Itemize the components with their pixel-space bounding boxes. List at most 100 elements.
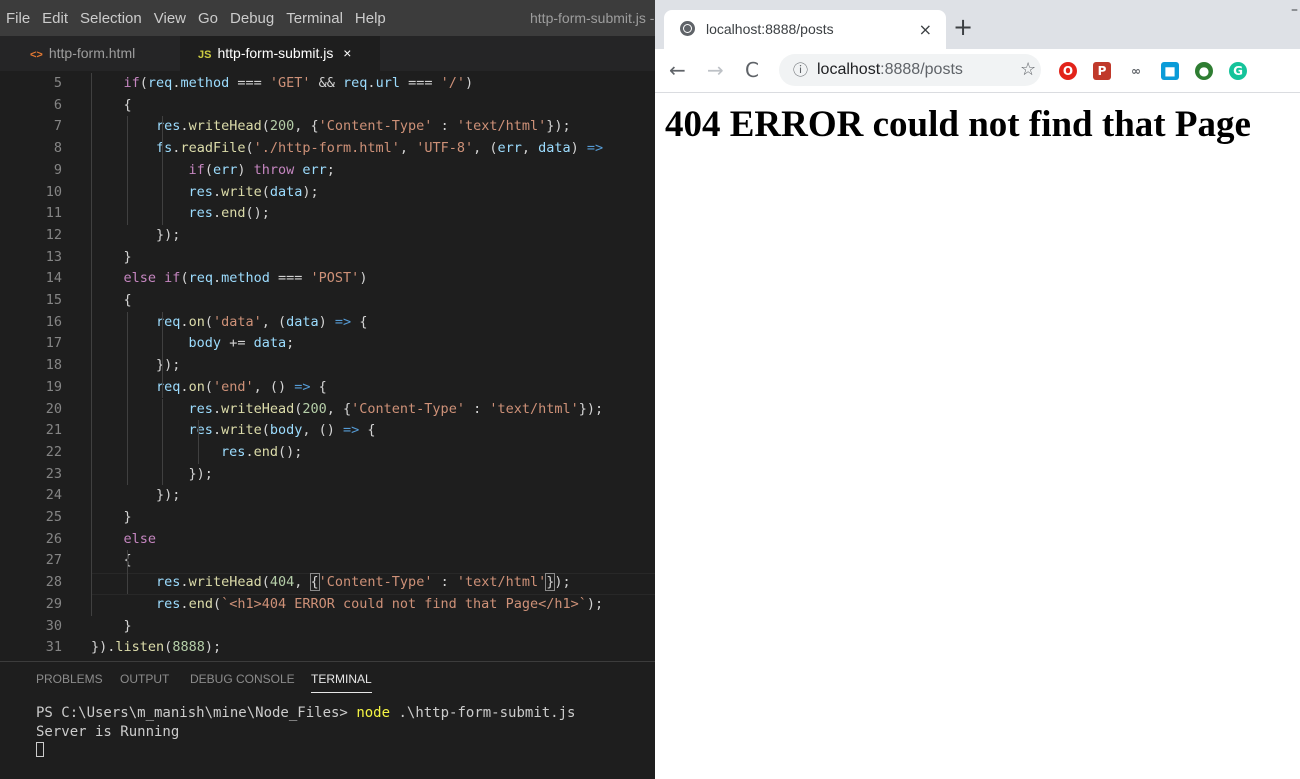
terminal-command: node (356, 705, 391, 721)
url-text: localhost:8888/posts (817, 54, 963, 86)
error-heading: 404 ERROR could not find that Page (665, 104, 1251, 145)
panel-tab-output[interactable]: OUTPUT (120, 672, 169, 686)
close-icon[interactable]: × (343, 45, 351, 61)
windows-icon[interactable]: ■ (1161, 62, 1179, 80)
line-number: 29 (45, 595, 62, 612)
tab-label: http-form.html (48, 45, 136, 61)
html-file-icon: <> (30, 49, 43, 61)
menu-go[interactable]: Go (192, 10, 224, 27)
code-line: }).listen(8888); (91, 639, 222, 656)
panel-tab-terminal[interactable]: TERMINAL (311, 672, 372, 693)
terminal-prompt: PS C:\Users\m_manish\mine\Node_Files> (36, 705, 348, 721)
line-number: 9 (53, 161, 62, 178)
url-path: :8888/posts (880, 61, 963, 78)
code-line: { (91, 96, 132, 113)
code-line: }); (91, 357, 181, 374)
line-number: 27 (45, 552, 62, 569)
indent-guide (127, 311, 128, 486)
line-number: 28 (45, 574, 62, 591)
code-line: } (91, 248, 132, 265)
reload-button[interactable]: C (745, 55, 759, 85)
opera-icon[interactable]: O (1059, 62, 1077, 80)
info-icon[interactable]: ⓘ (793, 54, 808, 86)
code-line: res.writeHead(200, {'Content-Type' : 'te… (188, 400, 604, 417)
menu-view[interactable]: View (148, 10, 192, 27)
line-number: 25 (45, 509, 62, 525)
terminal-command-line[interactable]: PS C:\Users\m_manish\mine\Node_Files> no… (36, 704, 575, 723)
url-host: localhost (817, 61, 881, 78)
line-number: 30 (45, 617, 62, 634)
vscode-window: File Edit Selection View Go Debug Termin… (0, 0, 655, 779)
back-button[interactable]: ← (669, 55, 686, 85)
tab-label: http-form-submit.js (217, 45, 334, 61)
globe-ext-icon[interactable]: ● (1195, 62, 1213, 80)
line-number: 12 (45, 226, 62, 243)
grammarly-icon[interactable]: G (1229, 62, 1247, 80)
panel-tab-debug-console[interactable]: DEBUG CONSOLE (190, 672, 295, 686)
indent-guide (162, 311, 163, 399)
browser-tab[interactable]: localhost:8888/posts × (664, 10, 946, 49)
menu-file[interactable]: File (0, 10, 36, 27)
editor-tab-bar: <> http-form.html JS http-form-submit.js × (0, 36, 655, 71)
indent-guide (162, 398, 163, 486)
js-file-icon: JS (198, 49, 212, 61)
line-number: 10 (45, 183, 62, 200)
minimize-icon[interactable]: – (1291, 2, 1298, 18)
line-number: 15 (45, 292, 62, 308)
line-number: 7 (53, 118, 62, 135)
tab-http-form-html[interactable]: <> http-form.html (0, 36, 180, 71)
menu-edit[interactable]: Edit (36, 10, 74, 27)
panel-tab-problems[interactable]: PROBLEMS (36, 672, 103, 686)
indent-guide (162, 116, 163, 225)
indent-guide (91, 73, 92, 616)
code-line: } (91, 617, 132, 634)
menu-debug[interactable]: Debug (224, 10, 280, 27)
code-line: res.end(); (221, 443, 303, 460)
forward-button[interactable]: → (707, 55, 724, 85)
pdf-icon[interactable]: P (1093, 62, 1111, 80)
bookmark-star-icon[interactable]: ☆ (1020, 49, 1036, 91)
terminal-output: Server is Running (36, 724, 180, 740)
line-number: 31 (45, 639, 62, 656)
code-line: else (123, 530, 157, 547)
terminal-cursor-line[interactable] (36, 742, 44, 761)
code-line: { (91, 292, 132, 308)
indent-guide (127, 116, 128, 225)
page-content: 404 ERROR could not find that Page (655, 93, 1300, 779)
code-line: } (91, 509, 132, 525)
menu-help[interactable]: Help (349, 10, 392, 27)
code-line: if(req.method === 'GET' && req.url === '… (123, 75, 474, 91)
terminal-args: .\http-form-submit.js (398, 705, 576, 721)
browser-window: localhost:8888/posts × + – ← → C ⓘ local… (655, 0, 1300, 779)
link-icon[interactable]: ∞ (1127, 62, 1145, 80)
code-line: { (91, 552, 132, 569)
new-tab-button[interactable]: + (953, 12, 973, 42)
tab-http-form-submit-js[interactable]: JS http-form-submit.js × (180, 36, 380, 71)
browser-tab-strip: localhost:8888/posts × + – (655, 0, 1300, 49)
line-number: 6 (53, 96, 62, 113)
line-number: 24 (45, 487, 62, 504)
menu-terminal[interactable]: Terminal (280, 10, 349, 27)
menu-selection[interactable]: Selection (74, 10, 148, 27)
code-line: }); (91, 487, 181, 504)
line-number: 22 (45, 443, 62, 460)
line-number: 18 (45, 357, 62, 374)
bottom-panel: PROBLEMS OUTPUT DEBUG CONSOLE TERMINAL P… (0, 661, 655, 779)
address-bar[interactable]: ⓘ localhost:8888/posts (779, 54, 1041, 86)
line-number: 14 (45, 270, 62, 287)
menu-bar: File Edit Selection View Go Debug Termin… (0, 0, 655, 36)
line-number: 23 (45, 465, 62, 482)
line-number: 13 (45, 248, 62, 265)
close-icon[interactable]: × (919, 10, 932, 49)
code-line: res.writeHead(404, {'Content-Type' : 'te… (156, 573, 571, 592)
browser-tab-title: localhost:8888/posts (706, 21, 834, 37)
code-editor[interactable]: 5 6 7 8 9 10 11 12 13 14 15 16 17 18 19 20 21 22 23 24 25 26 2… (0, 71, 655, 661)
code-line: res.end(); (188, 205, 270, 222)
terminal-cursor (36, 742, 44, 757)
line-number: 17 (45, 335, 62, 352)
code-line: fs.readFile('./http-form.html', 'UTF-8',… (156, 140, 604, 157)
window-title: http-form-submit.js - (530, 10, 655, 26)
line-number: 8 (53, 140, 62, 157)
line-number: 20 (45, 400, 62, 417)
line-number: 26 (45, 530, 62, 547)
